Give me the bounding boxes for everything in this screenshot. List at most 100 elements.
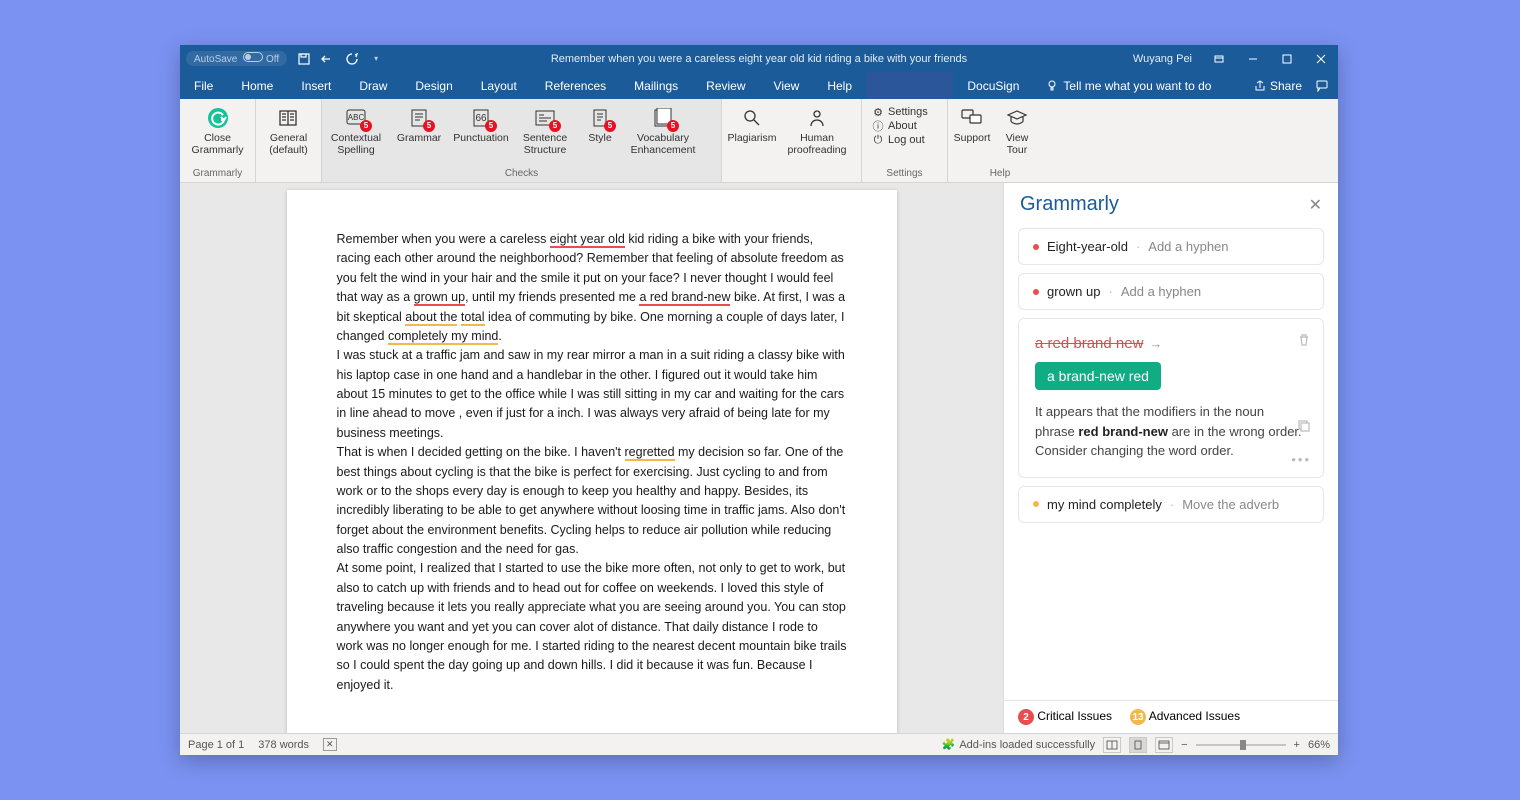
warn-span[interactable]: completely my mind (388, 329, 498, 345)
menu-grammarly[interactable]: Grammarly (866, 72, 953, 99)
copy-icon[interactable] (1297, 419, 1311, 436)
menu-view[interactable]: View (760, 72, 814, 99)
warn-span[interactable]: about the (405, 310, 457, 326)
paragraph[interactable]: I was stuck at a traffic jam and saw in … (337, 346, 847, 443)
severity-dot (1033, 289, 1039, 295)
grammarly-circle-icon (204, 106, 232, 130)
style-button[interactable]: 5 Style (576, 104, 624, 146)
undo-icon[interactable] (321, 52, 335, 66)
trash-icon[interactable] (1297, 333, 1311, 350)
page-indicator[interactable]: Page 1 of 1 (188, 739, 244, 751)
paragraph[interactable]: At some point, I realized that I started… (337, 559, 847, 695)
suggestion-card[interactable]: Eight-year-old·Add a hyphen (1018, 228, 1324, 265)
panel-close-icon[interactable]: ✕ (1309, 195, 1322, 215)
suggestion-card[interactable]: grown up·Add a hyphen (1018, 273, 1324, 310)
app-window: AutoSave Off ▾ Remember when you were a … (180, 45, 1338, 755)
critical-issues[interactable]: 2 Critical Issues (1018, 709, 1112, 726)
tell-me-search[interactable]: Tell me what you want to do (1033, 72, 1225, 99)
punctuation-icon: 665 (467, 106, 495, 130)
punctuation-button[interactable]: 665 Punctuation (448, 104, 514, 146)
menu-mailings[interactable]: Mailings (620, 72, 692, 99)
group-label: Checks (322, 168, 721, 182)
style-icon: 5 (586, 106, 614, 130)
ribbon-display-icon[interactable] (1202, 45, 1236, 72)
strike-text: a red brand new (1035, 335, 1143, 352)
read-mode-icon[interactable] (1103, 737, 1121, 753)
vocabulary-icon: 5 (649, 106, 677, 130)
logout-link[interactable]: ⏻Log out (872, 133, 925, 147)
magnifier-icon (738, 106, 766, 130)
group-label: Settings (862, 168, 947, 182)
warn-span[interactable]: regretted (625, 445, 675, 461)
redo-icon[interactable] (345, 52, 359, 66)
maximize-icon[interactable] (1270, 45, 1304, 72)
human-proofreading-button[interactable]: Human proofreading (782, 104, 852, 158)
print-layout-icon[interactable] (1129, 737, 1147, 753)
menu-insert[interactable]: Insert (287, 72, 345, 99)
zoom-out-icon[interactable]: − (1181, 739, 1187, 751)
proofing-icon[interactable]: ✕ (323, 738, 337, 751)
more-icon[interactable]: ••• (1291, 452, 1311, 467)
group-label: Help (948, 168, 1052, 182)
addins-status[interactable]: 🧩Add-ins loaded successfully (942, 738, 1095, 751)
zoom-level[interactable]: 66% (1308, 739, 1330, 751)
settings-link[interactable]: ⚙Settings (872, 105, 928, 119)
about-link[interactable]: ⓘAbout (872, 119, 917, 133)
menu-docusign[interactable]: DocuSign (953, 72, 1033, 99)
zoom-in-icon[interactable]: + (1294, 739, 1300, 751)
paragraph[interactable]: Remember when you were a careless eight … (337, 230, 847, 346)
share-button[interactable]: Share (1254, 79, 1302, 93)
comments-icon[interactable] (1316, 80, 1330, 92)
content-area: Remember when you were a careless eight … (180, 183, 1338, 733)
spelling-icon: ABC5 (342, 106, 370, 130)
save-icon[interactable] (297, 52, 311, 66)
warn-span[interactable]: total (461, 310, 485, 326)
minimize-icon[interactable] (1236, 45, 1270, 72)
menu-draw[interactable]: Draw (345, 72, 401, 99)
web-layout-icon[interactable] (1155, 737, 1173, 753)
menu-references[interactable]: References (531, 72, 620, 99)
autosave-toggle[interactable]: AutoSave Off (186, 51, 287, 66)
document-page[interactable]: Remember when you were a careless eight … (287, 190, 897, 733)
person-icon (803, 106, 831, 130)
menubar: File Home Insert Draw Design Layout Refe… (180, 72, 1338, 99)
zoom-slider[interactable] (1196, 744, 1286, 746)
info-icon: ⓘ (872, 120, 884, 132)
menu-help[interactable]: Help (813, 72, 866, 99)
view-tour-button[interactable]: View Tour (996, 104, 1038, 158)
plagiarism-button[interactable]: Plagiarism (722, 104, 782, 146)
suggestion-detail-card[interactable]: ••• a red brand new→ a brand-new red It … (1018, 318, 1324, 478)
word-count[interactable]: 378 words (258, 739, 309, 751)
suggestion-card[interactable]: my mind completely·Move the adverb (1018, 486, 1324, 523)
ribbon: Close Grammarly Grammarly General (defau… (180, 99, 1338, 183)
menu-home[interactable]: Home (227, 72, 287, 99)
cap-icon (1003, 106, 1031, 130)
error-span[interactable]: a red brand-new (639, 290, 730, 306)
vocabulary-button[interactable]: 5 Vocabulary Enhancement (624, 104, 702, 158)
qat-dropdown-icon[interactable]: ▾ (369, 52, 383, 66)
advanced-issues[interactable]: 13 Advanced Issues (1130, 709, 1240, 726)
close-grammarly-button[interactable]: Close Grammarly (180, 104, 255, 158)
support-button[interactable]: Support (948, 104, 996, 146)
close-icon[interactable] (1304, 45, 1338, 72)
menu-file[interactable]: File (180, 72, 227, 99)
apply-suggestion-button[interactable]: a brand-new red (1035, 362, 1161, 390)
contextual-spelling-button[interactable]: ABC5 Contextual Spelling (322, 104, 390, 158)
user-name[interactable]: Wuyang Pei (1133, 53, 1192, 65)
paragraph[interactable]: That is when I decided getting on the bi… (337, 443, 847, 559)
grammar-icon: 5 (405, 106, 433, 130)
error-span[interactable]: grown up (414, 290, 465, 306)
document-area[interactable]: Remember when you were a careless eight … (180, 183, 1003, 733)
chat-icon (958, 106, 986, 130)
error-span[interactable]: eight year old (550, 232, 625, 248)
sentence-structure-button[interactable]: 5 Sentence Structure (514, 104, 576, 158)
general-default-button[interactable]: General (default) (256, 104, 321, 158)
menu-layout[interactable]: Layout (467, 72, 531, 99)
grammar-button[interactable]: 5 Grammar (390, 104, 448, 146)
lightbulb-icon (1047, 80, 1059, 92)
menu-review[interactable]: Review (692, 72, 759, 99)
book-icon (275, 106, 303, 130)
explanation: It appears that the modifiers in the nou… (1035, 402, 1307, 461)
menu-design[interactable]: Design (401, 72, 466, 99)
severity-dot (1033, 501, 1039, 507)
